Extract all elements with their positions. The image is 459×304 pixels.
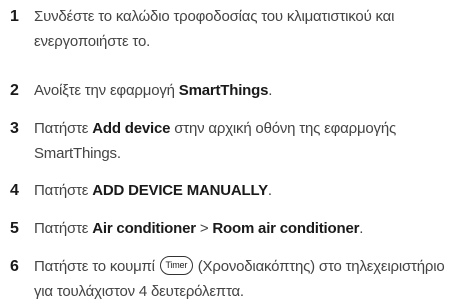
step-text: Συνδέστε το καλώδιο τροφοδοσίας του κλιμ…	[34, 4, 459, 54]
step-text: Πατήστε Add device στην αρχική οθόνη της…	[34, 116, 459, 166]
step-text-prefix: Πατήστε	[34, 182, 93, 199]
step-text: Πατήστε το κουμπί Timer (Χρονοδιακόπτης)…	[34, 254, 459, 304]
step-text-prefix: Πατήστε	[34, 220, 93, 237]
step-number: 5	[10, 220, 19, 237]
step-number: 3	[10, 120, 19, 137]
timer-button-icon: Timer	[159, 256, 193, 276]
step-text-suffix: .	[268, 82, 273, 99]
app-name-bold: SmartThings	[178, 82, 269, 99]
step-text-plain: Συνδέστε το καλώδιο τροφοδοσίας του κλιμ…	[34, 8, 395, 50]
step-number: 2	[10, 82, 19, 99]
step-number: 4	[10, 182, 19, 199]
step-text: Ανοίξτε την εφαρμογή SmartThings.	[34, 78, 459, 103]
room-air-conditioner-bold: Room air conditioner	[212, 220, 360, 237]
path-separator: >	[195, 220, 213, 237]
step-text-prefix: Πατήστε το κουμπί	[34, 258, 159, 275]
step-text-prefix: Πατήστε	[34, 120, 93, 137]
air-conditioner-bold: Air conditioner	[92, 220, 196, 237]
step-text: Πατήστε Air conditioner > Room air condi…	[34, 216, 459, 241]
add-device-manually-bold: ADD DEVICE MANUALLY	[92, 182, 268, 199]
step-number: 6	[10, 258, 19, 275]
step-text-suffix: .	[359, 220, 364, 237]
step-number: 1	[10, 8, 19, 25]
step-text-suffix: .	[267, 182, 272, 199]
step-text-prefix: Ανοίξτε την εφαρμογή	[34, 82, 179, 99]
step-text: Πατήστε ADD DEVICE MANUALLY.	[34, 178, 459, 203]
add-device-bold: Add device	[92, 120, 171, 137]
